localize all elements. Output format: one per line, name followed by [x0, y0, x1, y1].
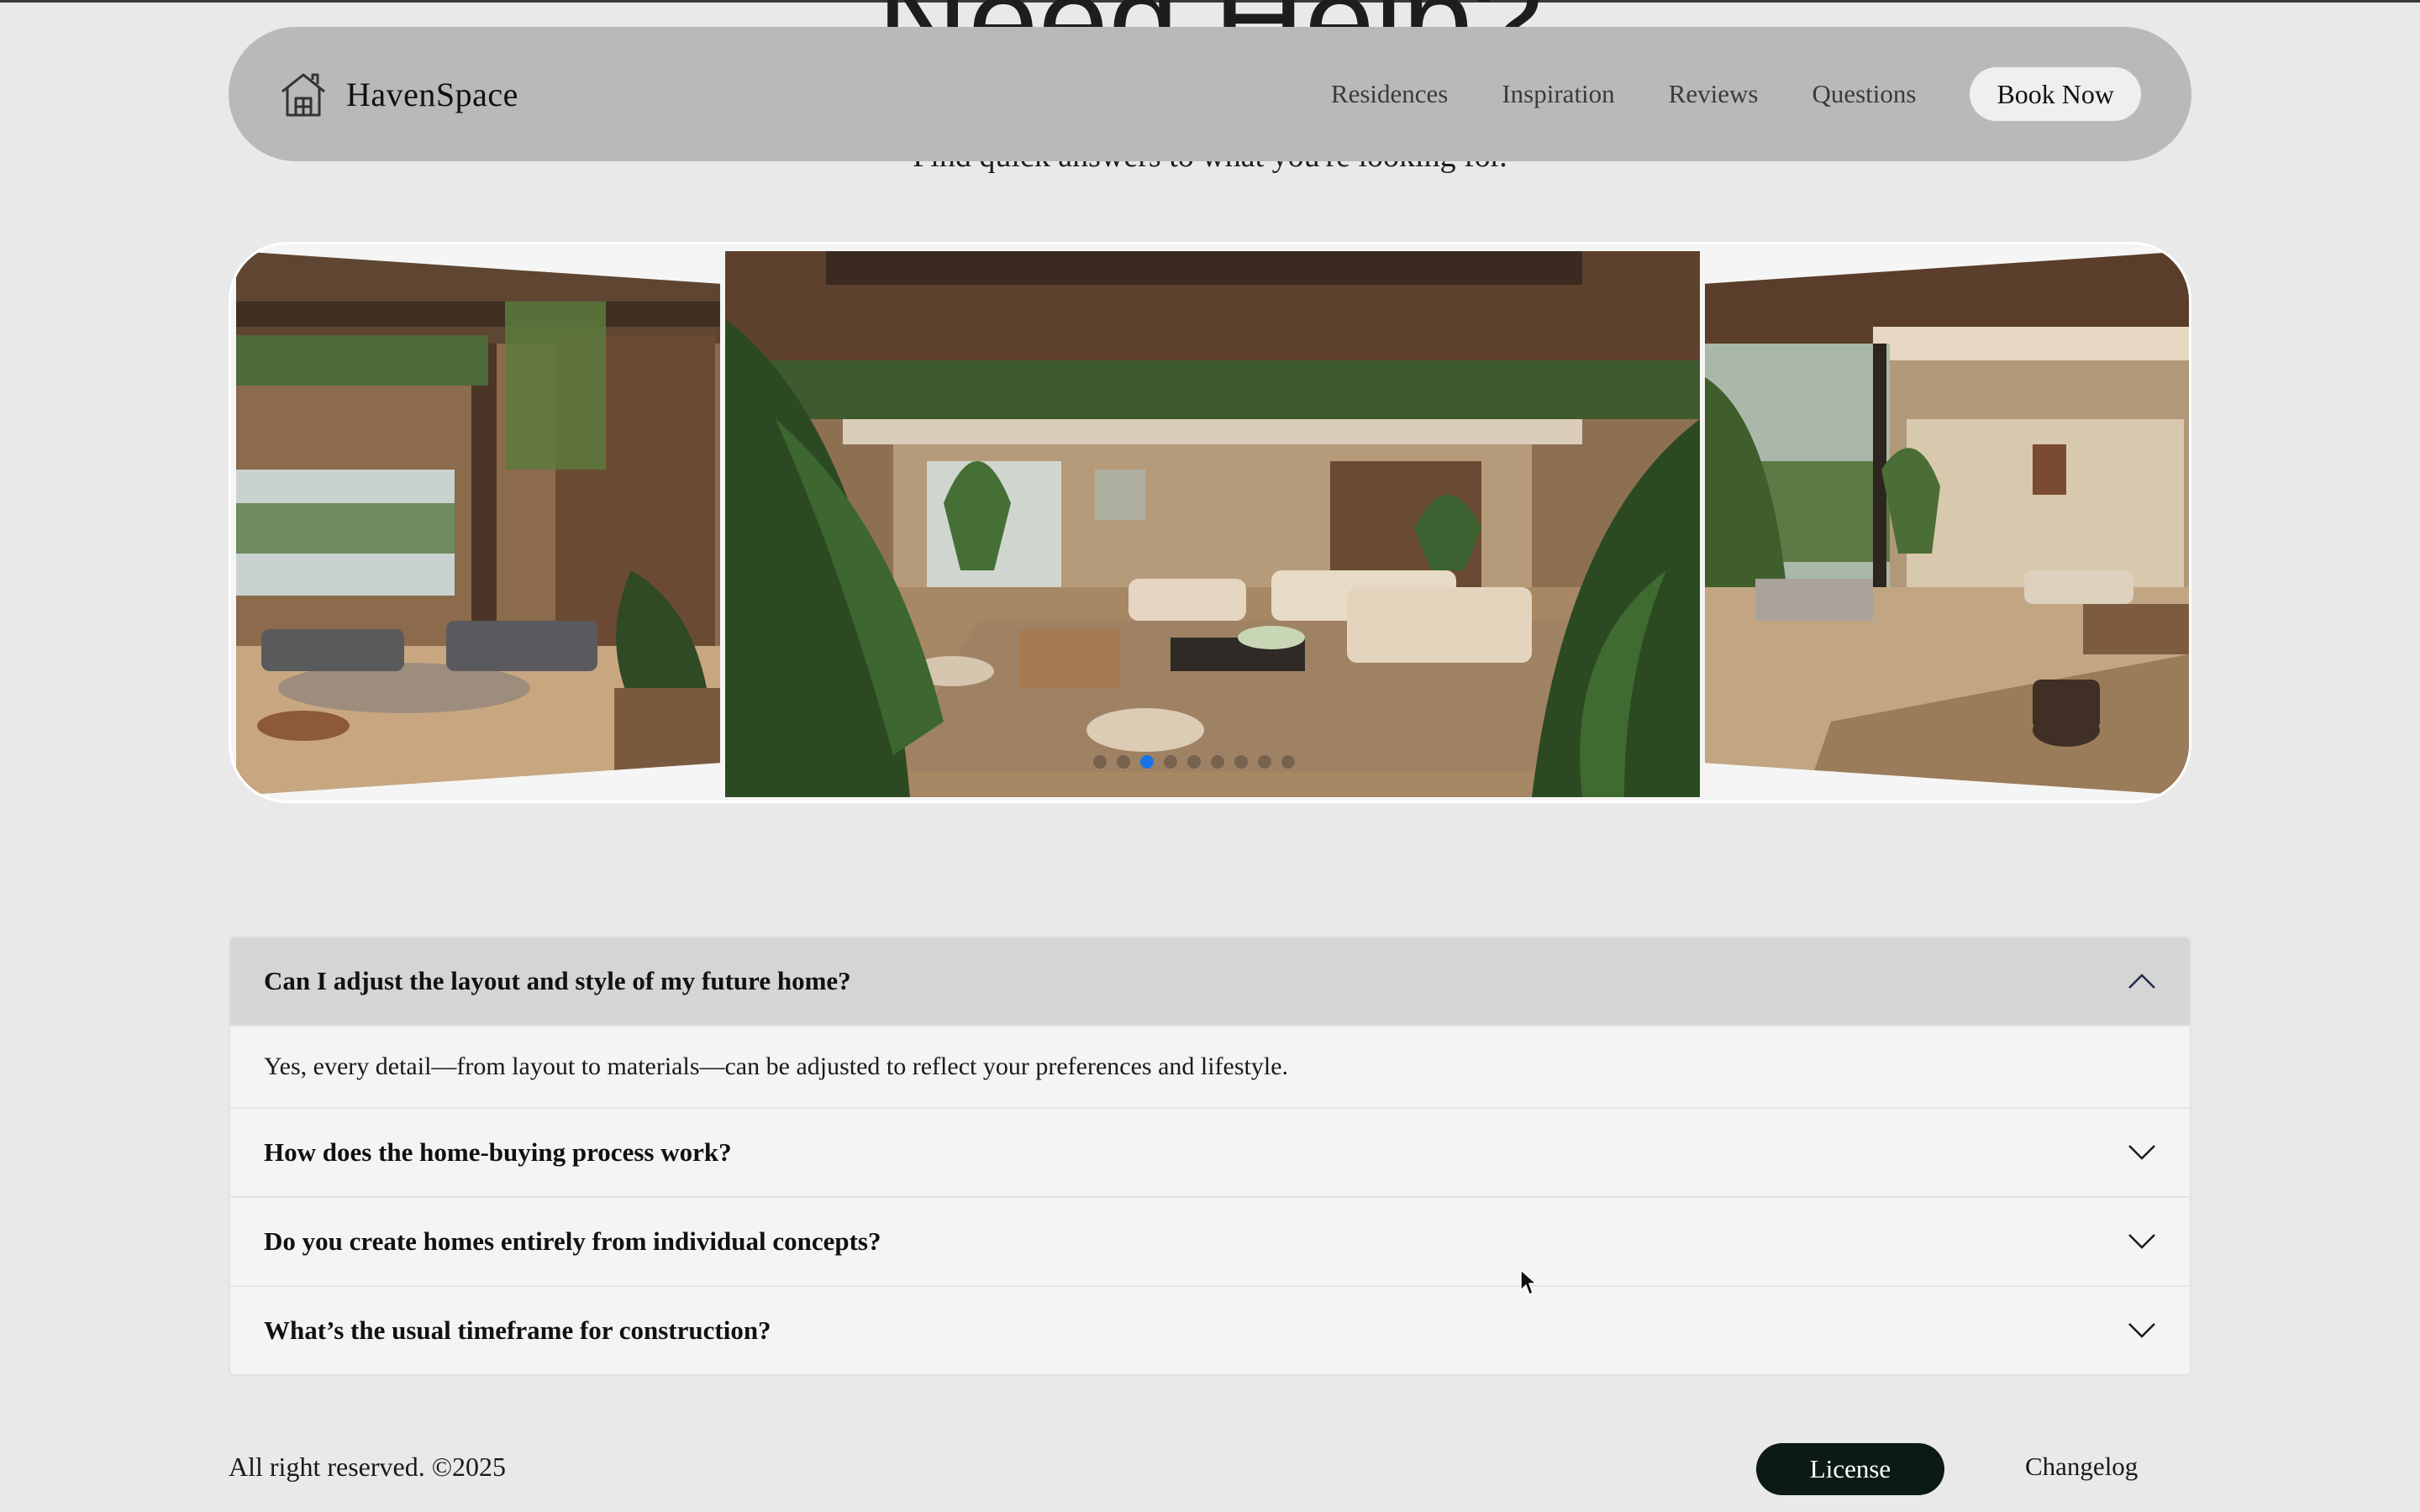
faq-accordion: Can I adjust the layout and style of my …: [229, 936, 2191, 1376]
chevron-down-icon: [2128, 1234, 2155, 1249]
nav-link-questions[interactable]: Questions: [1812, 79, 1916, 109]
nav-link-residences[interactable]: Residences: [1331, 79, 1448, 109]
carousel-dot[interactable]: [1281, 755, 1295, 769]
faq-question: Can I adjust the layout and style of my …: [264, 966, 851, 995]
house-icon: [281, 73, 325, 117]
interior-photo: [236, 251, 720, 795]
carousel-slide-active[interactable]: [725, 251, 1700, 797]
faq-question-toggle[interactable]: Can I adjust the layout and style of my …: [230, 937, 2190, 1025]
nav-links: Residences Inspiration Reviews Questions…: [1331, 67, 2141, 121]
carousel-dot[interactable]: [1234, 755, 1248, 769]
carousel-slide-next[interactable]: [1705, 251, 2189, 795]
navbar: HavenSpace Residences Inspiration Review…: [229, 27, 2191, 161]
carousel-dot[interactable]: [1093, 755, 1107, 769]
carousel-dot[interactable]: [1117, 755, 1130, 769]
faq-question-toggle[interactable]: What’s the usual timeframe for construct…: [230, 1287, 2190, 1374]
nav-link-inspiration[interactable]: Inspiration: [1502, 79, 1614, 109]
carousel-slide-previous[interactable]: [236, 251, 720, 795]
faq-question-toggle[interactable]: How does the home-buying process work?: [230, 1109, 2190, 1196]
faq-item: Can I adjust the layout and style of my …: [230, 937, 2190, 1109]
license-button[interactable]: License: [1756, 1443, 1944, 1495]
mouse-cursor-icon: [1520, 1269, 1537, 1295]
carousel-dot-active[interactable]: [1140, 755, 1154, 769]
brand-name: HavenSpace: [346, 75, 518, 113]
footer-copyright: All right reserved. ©2025: [229, 1452, 507, 1482]
carousel-dot[interactable]: [1258, 755, 1271, 769]
changelog-link[interactable]: Changelog: [2025, 1452, 2138, 1482]
carousel-pagination: [1093, 755, 1295, 769]
interior-photo: [725, 251, 1700, 797]
chevron-down-icon: [2128, 1323, 2155, 1338]
faq-question: What’s the usual timeframe for construct…: [264, 1315, 771, 1345]
carousel-dot[interactable]: [1187, 755, 1201, 769]
book-now-button[interactable]: Book Now: [1970, 67, 2141, 121]
image-carousel[interactable]: [229, 242, 2191, 803]
faq-item: How does the home-buying process work?: [230, 1109, 2190, 1198]
faq-question: How does the home-buying process work?: [264, 1137, 732, 1167]
carousel-dot[interactable]: [1164, 755, 1177, 769]
carousel-dot[interactable]: [1211, 755, 1224, 769]
nav-link-reviews[interactable]: Reviews: [1669, 79, 1759, 109]
chevron-down-icon: [2128, 1145, 2155, 1160]
interior-photo: [1705, 251, 2189, 795]
faq-answer: Yes, every detail—from layout to materia…: [230, 1025, 2190, 1107]
faq-question-toggle[interactable]: Do you create homes entirely from indivi…: [230, 1198, 2190, 1285]
faq-question: Do you create homes entirely from indivi…: [264, 1226, 881, 1256]
faq-item: What’s the usual timeframe for construct…: [230, 1287, 2190, 1374]
brand-logo-link[interactable]: HavenSpace: [279, 70, 518, 118]
chevron-up-icon: [2128, 974, 2155, 989]
faq-item: Do you create homes entirely from indivi…: [230, 1198, 2190, 1287]
